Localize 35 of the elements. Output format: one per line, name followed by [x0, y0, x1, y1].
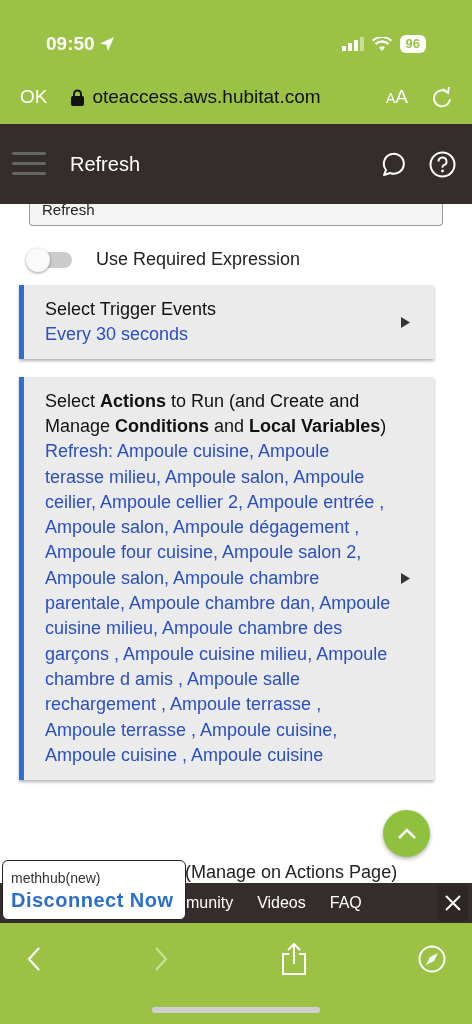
footer-nav-link[interactable]: Videos: [257, 891, 306, 915]
close-icon: [445, 895, 461, 911]
reload-icon[interactable]: [432, 86, 452, 108]
section-title: Select Trigger Events: [45, 298, 218, 321]
lock-icon: [71, 88, 85, 106]
footer-nav-link[interactable]: munity: [186, 891, 234, 915]
compass-icon[interactable]: [418, 945, 446, 973]
wifi-icon: [371, 37, 392, 51]
section-card[interactable]: Select Trigger Events Every 30 seconds: [19, 285, 434, 360]
section-card[interactable]: [19, 377, 434, 781]
forward-icon[interactable]: [153, 946, 170, 972]
battery-level: 96: [399, 35, 426, 53]
footer-nav-link[interactable]: FAQ: [329, 891, 362, 915]
back-icon[interactable]: [26, 946, 42, 972]
page-title: Refresh: [70, 152, 141, 177]
disconnect-link[interactable]: Disconnect Now: [11, 887, 177, 913]
expand-arrow-icon: [401, 316, 410, 328]
signal-icon: [341, 37, 364, 51]
section-summary: Every 30 seconds: [45, 323, 190, 346]
name-field[interactable]: Refresh: [29, 204, 443, 226]
clock-time: 09:50: [46, 31, 95, 56]
scroll-top-button[interactable]: [383, 810, 430, 857]
address-bar-url[interactable]: oteaccess.aws.hubitat.com: [92, 82, 321, 112]
share-icon[interactable]: [280, 943, 307, 975]
close-button[interactable]: [438, 885, 468, 921]
location-arrow-icon: [98, 36, 115, 52]
help-icon[interactable]: [429, 150, 456, 178]
toggle-label: Use Required Expression: [96, 248, 301, 271]
menu-icon[interactable]: [12, 152, 46, 176]
chevron-up-icon: [396, 827, 417, 840]
section-summary: Refresh: Ampoule cuisine, Ampoule terasse milieu, Ampoule salon, Ampoule ceilier, Ampoule cellier 2, Ampoule entrée , Ampoule salon, Ampoule dégagement , Ampoule four cuisine, Ampoule salon 2, Ampoule salon, Ampoule chambre parentale, Ampoule chambre dan, Ampoule cuisine milieu, Ampoule chambre des garçons , Ampoule cuisine milieu, Ampoule chambre d amis , Ampoule salle rechargement , Ampoule terrasse , Ampoule terrasse , Ampoule cuisine, Ampoule cuisine , Ampoule cuisine: [45, 440, 392, 767]
manage-note: (Manage on Actions Page): [185, 861, 398, 883]
expand-arrow-icon: [401, 573, 410, 585]
hub-name: methhub(new): [11, 869, 102, 887]
section-title: Select Actions to Run (and Create and Manage Conditions and Local Variables): [45, 390, 388, 439]
